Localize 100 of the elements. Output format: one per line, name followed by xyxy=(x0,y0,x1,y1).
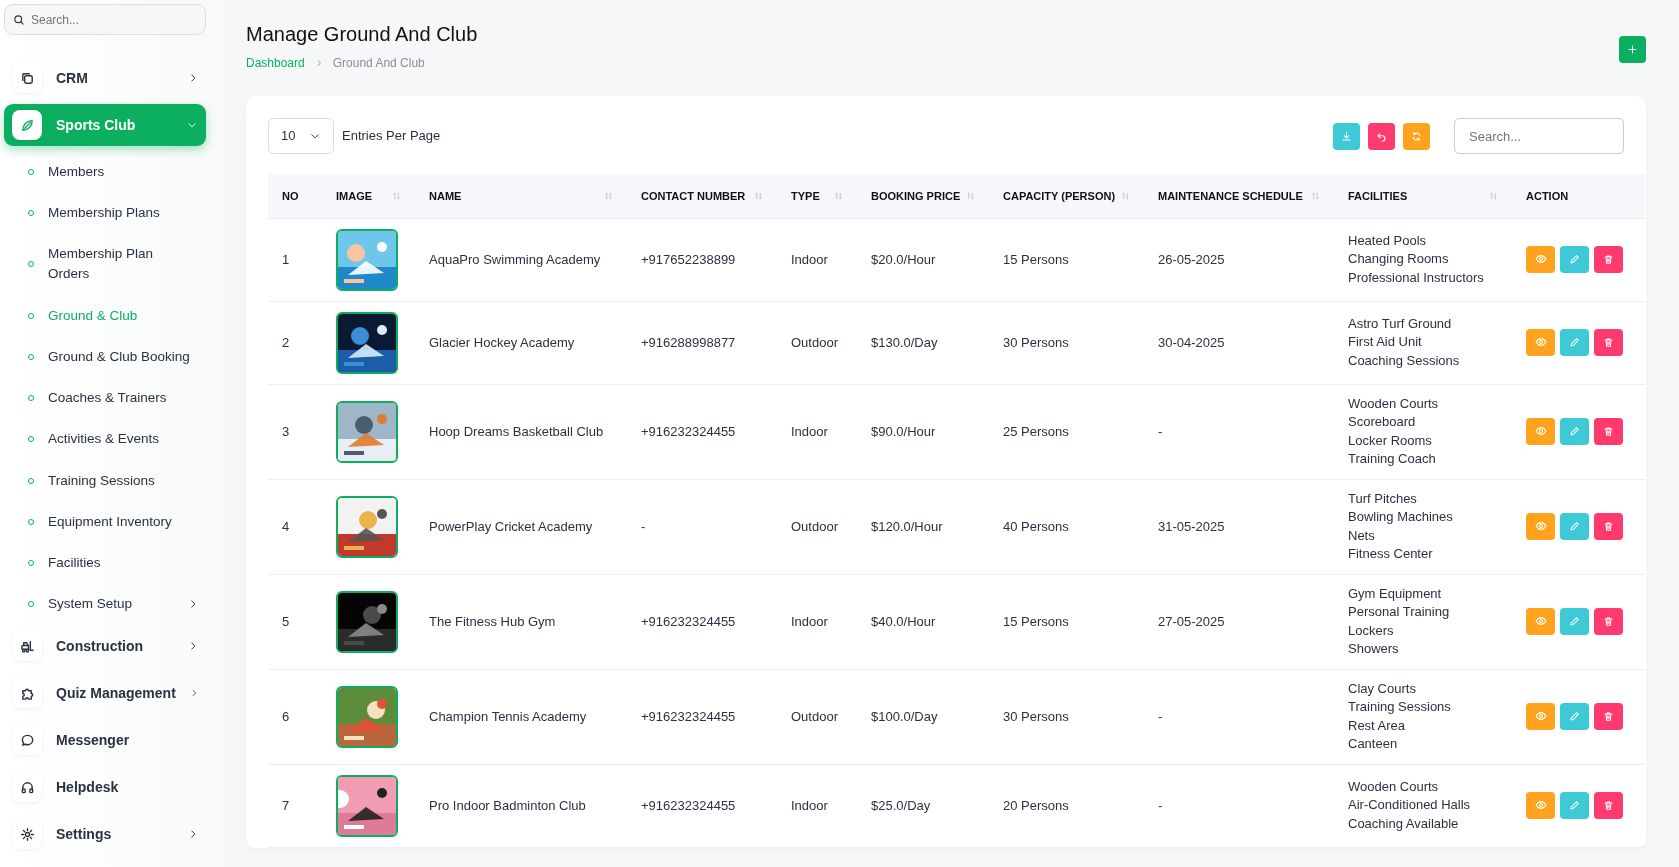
column-header[interactable]: NAME xyxy=(429,187,462,204)
pencil-icon xyxy=(1569,800,1580,812)
facility-text: Training Sessions xyxy=(1348,698,1452,716)
undo-button[interactable] xyxy=(1368,122,1395,150)
view-button[interactable] xyxy=(1526,417,1555,445)
sidebar-subitem[interactable]: Facilities xyxy=(4,542,206,584)
column-header[interactable]: TYPE xyxy=(791,187,820,204)
table-cell: 20 Persons xyxy=(1003,797,1069,813)
delete-button[interactable] xyxy=(1594,329,1623,357)
edit-button[interactable] xyxy=(1560,418,1589,446)
table-cell: +916232324455 xyxy=(641,708,736,724)
sidebar-subitem[interactable]: Training Sessions xyxy=(4,460,206,502)
delete-button[interactable] xyxy=(1594,608,1623,636)
column-header[interactable]: FACILITIES xyxy=(1348,187,1408,204)
forklift-icon xyxy=(19,638,35,654)
sidebar-item[interactable]: Helpdesk xyxy=(4,766,206,808)
pencil-icon xyxy=(1569,521,1580,533)
table-cell: $130.0/Day xyxy=(871,334,938,350)
edit-button[interactable] xyxy=(1560,703,1589,731)
chevron-right-icon xyxy=(189,687,198,699)
facility-text: Fitness Center xyxy=(1348,545,1434,563)
delete-button[interactable] xyxy=(1594,513,1623,541)
sidebar-subitem[interactable]: Activities & Events xyxy=(4,418,206,460)
table-cell: 30 Persons xyxy=(1003,334,1069,350)
facility-text: Showers xyxy=(1348,640,1400,658)
table-cell: $20.0/Hour xyxy=(871,251,936,267)
trash-icon xyxy=(1603,254,1614,266)
pencil-icon xyxy=(1569,254,1580,266)
table-cell: PowerPlay Cricket Academy xyxy=(429,518,593,534)
search-field[interactable]: Search... xyxy=(4,4,206,35)
leaf-icon xyxy=(19,117,35,133)
sidebar-subitem[interactable]: Ground & Club Booking xyxy=(4,336,206,378)
table-cell: 2 xyxy=(282,334,290,350)
table-cell: Glacier Hockey Academy xyxy=(429,334,575,350)
sidebar-subitem[interactable]: Membership Plan Orders xyxy=(4,233,206,295)
delete-button[interactable] xyxy=(1594,703,1623,731)
delete-button[interactable] xyxy=(1594,246,1623,274)
edit-button[interactable] xyxy=(1560,246,1589,274)
facility-text: Wooden Courts xyxy=(1348,777,1440,796)
facility-text: Coaching Sessions xyxy=(1348,351,1461,370)
table-cell: - xyxy=(1158,797,1163,813)
view-button[interactable] xyxy=(1526,328,1555,356)
edit-button[interactable] xyxy=(1560,792,1589,820)
search-field[interactable]: Search... xyxy=(1454,118,1624,154)
pencil-icon xyxy=(1569,616,1580,628)
sort-icon xyxy=(834,190,843,201)
column-header: NO xyxy=(282,188,299,204)
delete-button[interactable] xyxy=(1594,418,1623,446)
table-cell: 31-05-2025 xyxy=(1158,518,1225,534)
delete-button[interactable] xyxy=(1594,792,1623,820)
eye-icon xyxy=(1534,520,1547,533)
view-button[interactable] xyxy=(1526,607,1555,635)
entries-select[interactable]: 10 xyxy=(268,118,334,154)
facility-text: Coaching Available xyxy=(1348,814,1460,833)
edit-button[interactable] xyxy=(1560,329,1589,357)
view-button[interactable] xyxy=(1526,245,1555,273)
trash-icon xyxy=(1603,616,1614,628)
sidebar-item[interactable]: Settings xyxy=(4,813,206,855)
sidebar-item[interactable]: Messenger xyxy=(4,719,206,761)
trash-icon xyxy=(1603,800,1614,812)
headphones-icon xyxy=(19,779,35,795)
sidebar-subitem[interactable]: System Setup xyxy=(4,583,206,625)
table-cell: AquaPro Swimming Academy xyxy=(429,251,601,267)
table-cell: 5 xyxy=(282,613,290,629)
table-cell: 15 Persons xyxy=(1003,613,1069,629)
sidebar-subitem[interactable]: Members xyxy=(4,151,206,193)
view-button[interactable] xyxy=(1526,702,1555,730)
sort-icon xyxy=(1121,190,1130,201)
view-button[interactable] xyxy=(1526,791,1555,819)
sidebar-subitem[interactable]: Membership Plans xyxy=(4,192,206,234)
sidebar-subitem[interactable]: Coaches & Trainers xyxy=(4,377,206,419)
table-cell: Outdoor xyxy=(791,518,838,534)
sort-icon xyxy=(754,190,763,201)
sidebar-subitem[interactable]: Equipment Inventory xyxy=(4,501,206,543)
download-button[interactable] xyxy=(1333,122,1360,150)
table-cell: - xyxy=(1158,708,1163,724)
add-button[interactable] xyxy=(1619,36,1646,63)
copy-icon xyxy=(19,70,35,86)
table-cell: Indoor xyxy=(791,613,828,629)
sidebar-item[interactable]: Construction xyxy=(4,625,206,667)
table-cell: 30-04-2025 xyxy=(1158,334,1225,350)
column-header[interactable]: IMAGE xyxy=(336,187,373,204)
edit-button[interactable] xyxy=(1560,513,1589,541)
eye-icon xyxy=(1534,336,1547,349)
sidebar-item[interactable]: CRM xyxy=(4,57,206,99)
edit-button[interactable] xyxy=(1560,608,1589,636)
gear-icon xyxy=(19,826,35,842)
eye-icon xyxy=(1534,253,1547,266)
eye-icon xyxy=(1534,615,1547,628)
trash-icon xyxy=(1603,337,1614,349)
trash-icon xyxy=(1603,711,1614,723)
sort-icon xyxy=(1311,190,1320,201)
table-cell: Indoor xyxy=(791,251,828,267)
sidebar-item[interactable]: Quiz Management xyxy=(4,672,206,714)
table-cell: $40.0/Hour xyxy=(871,613,936,629)
refresh-button[interactable] xyxy=(1403,122,1430,150)
facility-text: Lockers xyxy=(1348,621,1395,640)
table-cell: Indoor xyxy=(791,797,828,813)
view-button[interactable] xyxy=(1526,512,1555,540)
facility-text: Personal Training xyxy=(1348,603,1451,621)
